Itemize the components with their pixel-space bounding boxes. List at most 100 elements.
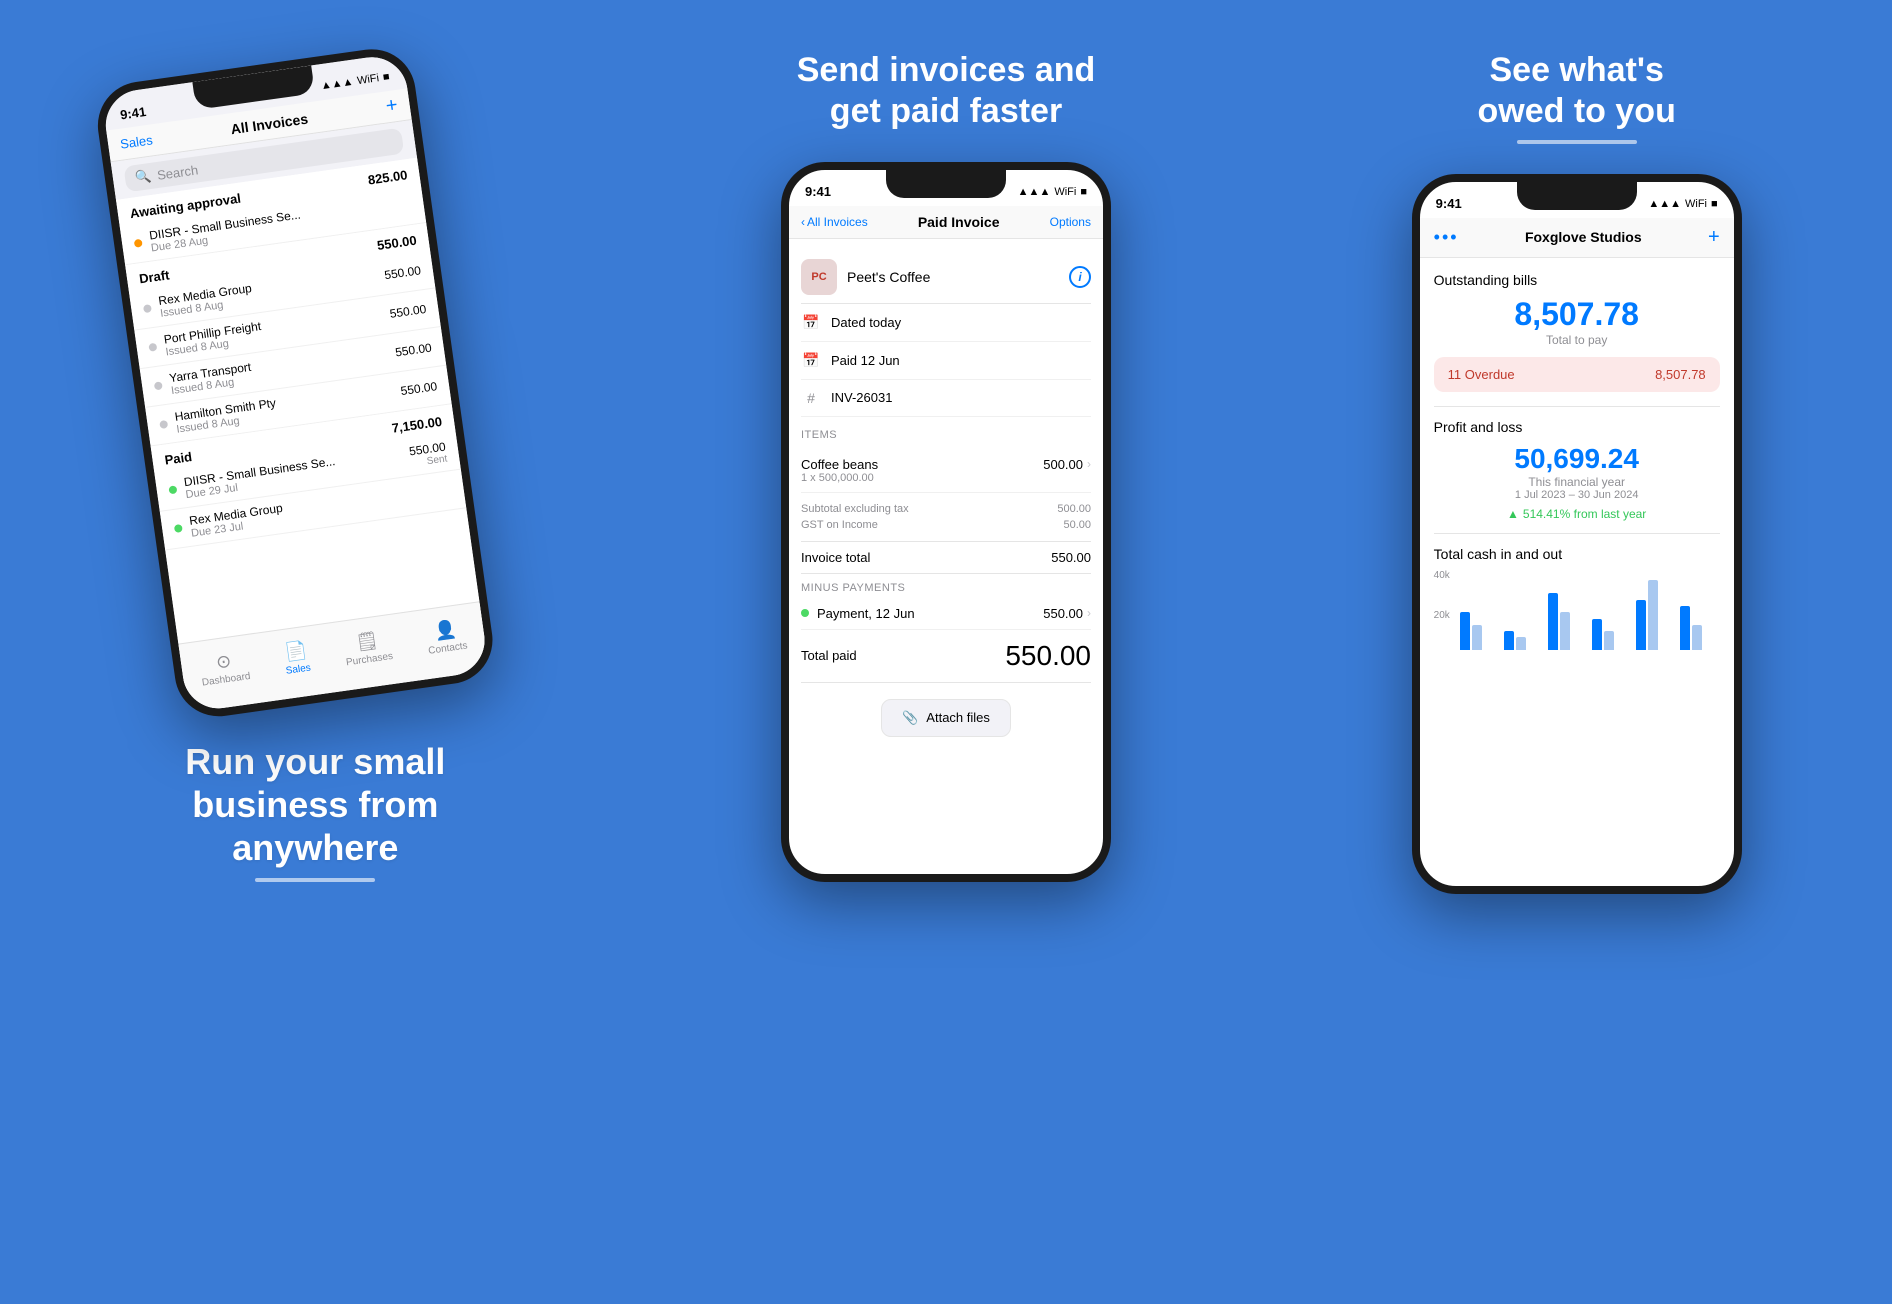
signal-icon: ▲▲▲ — [320, 76, 354, 92]
purchases-icon: 🗒 — [355, 629, 381, 653]
subtotals-section: Subtotal excluding tax 500.00 GST on Inc… — [801, 493, 1091, 542]
tagline3-underline — [1517, 140, 1637, 144]
cash-chart — [1460, 570, 1720, 650]
payment-item[interactable]: Payment, 12 Jun 550.00 › — [801, 598, 1091, 630]
bar-out-6 — [1692, 625, 1702, 650]
total-paid-row: Total paid 550.00 — [801, 630, 1091, 683]
tagline2-line1: Send invoices and — [797, 51, 1096, 89]
invoice-field-number[interactable]: # INV-26031 — [801, 380, 1091, 417]
bar-in-4 — [1592, 619, 1602, 650]
panel3-tagline: See what's owed to you — [1478, 40, 1676, 144]
attach-files-button[interactable]: 📎 Attach files — [881, 699, 1011, 737]
nav-title-1: All Invoices — [230, 110, 309, 137]
subtotal-value: 500.00 — [1057, 503, 1091, 515]
tab-dashboard-label: Dashboard — [201, 670, 251, 688]
status-dot — [160, 420, 169, 429]
merchant-row[interactable]: PC Peet's Coffee i — [801, 251, 1091, 304]
tab-dashboard[interactable]: ⊙ Dashboard — [198, 648, 251, 688]
minus-payments-label: Minus payments — [801, 574, 1091, 598]
section-awaiting-amount: 825.00 — [367, 167, 408, 187]
tagline-line2: business from — [192, 784, 438, 825]
panel-3: See what's owed to you 9:41 ▲▲▲ WiFi ■ •… — [1261, 0, 1892, 1304]
attach-files-label: Attach files — [926, 710, 990, 725]
battery-icon-3: ■ — [1711, 198, 1718, 210]
wifi-icon-3: WiFi — [1685, 198, 1707, 210]
overdue-label: 11 Overdue — [1448, 367, 1515, 382]
sales-icon: 📄 — [284, 639, 309, 663]
tab-sales[interactable]: 📄 Sales — [282, 639, 312, 676]
foxglove-nav: ••• Foxglove Studios + — [1434, 226, 1720, 249]
nav-plus-1[interactable]: + — [385, 94, 400, 118]
panel-1: 9:41 ▲▲▲ WiFi ■ Sales All Invoices + 🔍 S… — [0, 0, 631, 1304]
foxglove-plus-button[interactable]: + — [1708, 226, 1720, 249]
phone-notch-2 — [886, 170, 1006, 198]
status-time-1: 9:41 — [119, 103, 147, 121]
panel-2: Send invoices and get paid faster 9:41 ▲… — [631, 0, 1262, 1304]
section-paid-amount: 7,150.00 — [391, 414, 443, 436]
overdue-badge[interactable]: 11 Overdue 8,507.78 — [1434, 357, 1720, 392]
bar-in-6 — [1680, 606, 1690, 650]
invoice-field-date[interactable]: 📅 Dated today — [801, 304, 1091, 342]
nav-back-1[interactable]: Sales — [120, 132, 154, 151]
outstanding-amount: 8,507.78 — [1434, 296, 1720, 333]
phone-3: 9:41 ▲▲▲ WiFi ■ ••• Foxglove Studios + O… — [1412, 174, 1742, 894]
bar-in-1 — [1460, 612, 1470, 650]
status-dot — [143, 304, 152, 313]
growth-arrow-icon: ▲ — [1507, 507, 1519, 521]
invoice-field-paid[interactable]: 📅 Paid 12 Jun — [801, 342, 1091, 380]
field-dated-today: Dated today — [831, 315, 901, 330]
signal-icon-3: ▲▲▲ — [1648, 198, 1681, 210]
pnl-label: Profit and loss — [1434, 419, 1720, 435]
battery-icon-2: ■ — [1080, 186, 1087, 198]
foxglove-header: ••• Foxglove Studios + — [1420, 218, 1734, 258]
phone-2: 9:41 ▲▲▲ WiFi ■ ‹ All Invoices Paid Invo… — [781, 162, 1111, 882]
pnl-growth: ▲ 514.41% from last year — [1434, 507, 1720, 521]
bar-in-3 — [1548, 593, 1558, 650]
wifi-icon: WiFi — [357, 72, 380, 87]
bar-out-1 — [1472, 625, 1482, 650]
payment-dot — [801, 609, 809, 617]
contacts-icon: 👤 — [433, 618, 458, 642]
y-label-20k: 20k — [1434, 610, 1450, 621]
cash-label: Total cash in and out — [1434, 546, 1720, 562]
invoice-back-button[interactable]: ‹ All Invoices — [801, 215, 868, 229]
tab-contacts[interactable]: 👤 Contacts — [425, 617, 469, 656]
chart-y-labels: 40k 20k — [1434, 570, 1450, 650]
total-paid-amount: 550.00 — [1005, 640, 1091, 672]
panel1-tagline: Run your small business from anywhere — [185, 740, 445, 882]
pnl-section: Profit and loss 50,699.24 This financial… — [1434, 406, 1720, 521]
status-dot — [169, 485, 178, 494]
foxglove-title: Foxglove Studios — [1525, 229, 1642, 245]
chevron-right-icon-2: › — [1087, 606, 1091, 620]
bar-in-5 — [1636, 600, 1646, 650]
invoice-nav: ‹ All Invoices Paid Invoice Options — [801, 206, 1091, 238]
invoice-options-button[interactable]: Options — [1050, 215, 1091, 229]
calendar-icon: 📅 — [801, 314, 821, 331]
dots-menu-button[interactable]: ••• — [1434, 227, 1459, 248]
tagline-underline — [255, 878, 375, 882]
section-draft-amount: 550.00 — [376, 233, 417, 253]
signal-icon-2: ▲▲▲ — [1018, 186, 1051, 198]
status-icons-1: ▲▲▲ WiFi ■ — [320, 71, 390, 93]
field-paid-date: Paid 12 Jun — [831, 353, 900, 368]
bar-out-3 — [1560, 612, 1570, 650]
info-icon[interactable]: i — [1069, 266, 1091, 288]
cash-chart-container: 40k 20k — [1434, 570, 1720, 650]
line-item-details: Coffee beans 1 x 500,000.00 — [801, 457, 878, 484]
tab-purchases[interactable]: 🗒 Purchases — [342, 628, 394, 668]
tagline3-line1: See what's — [1489, 51, 1663, 89]
status-icons-3: ▲▲▲ WiFi ■ — [1648, 198, 1717, 210]
status-time-3: 9:41 — [1436, 196, 1462, 211]
overdue-amount: 8,507.78 — [1655, 367, 1706, 382]
bar-group-1 — [1460, 612, 1500, 650]
tagline-line3: anywhere — [232, 827, 398, 868]
phone-screen-1: 9:41 ▲▲▲ WiFi ■ Sales All Invoices + 🔍 S… — [102, 53, 490, 713]
item-amount: 550.00 — [389, 302, 427, 321]
bar-group-2 — [1504, 631, 1544, 650]
line-item[interactable]: Coffee beans 1 x 500,000.00 500.00 › — [801, 449, 1091, 493]
paperclip-icon: 📎 — [902, 710, 918, 726]
pnl-sub: This financial year — [1434, 475, 1720, 489]
chevron-right-icon: › — [1087, 457, 1091, 471]
status-time-2: 9:41 — [805, 184, 831, 199]
bar-group-5 — [1636, 580, 1676, 650]
